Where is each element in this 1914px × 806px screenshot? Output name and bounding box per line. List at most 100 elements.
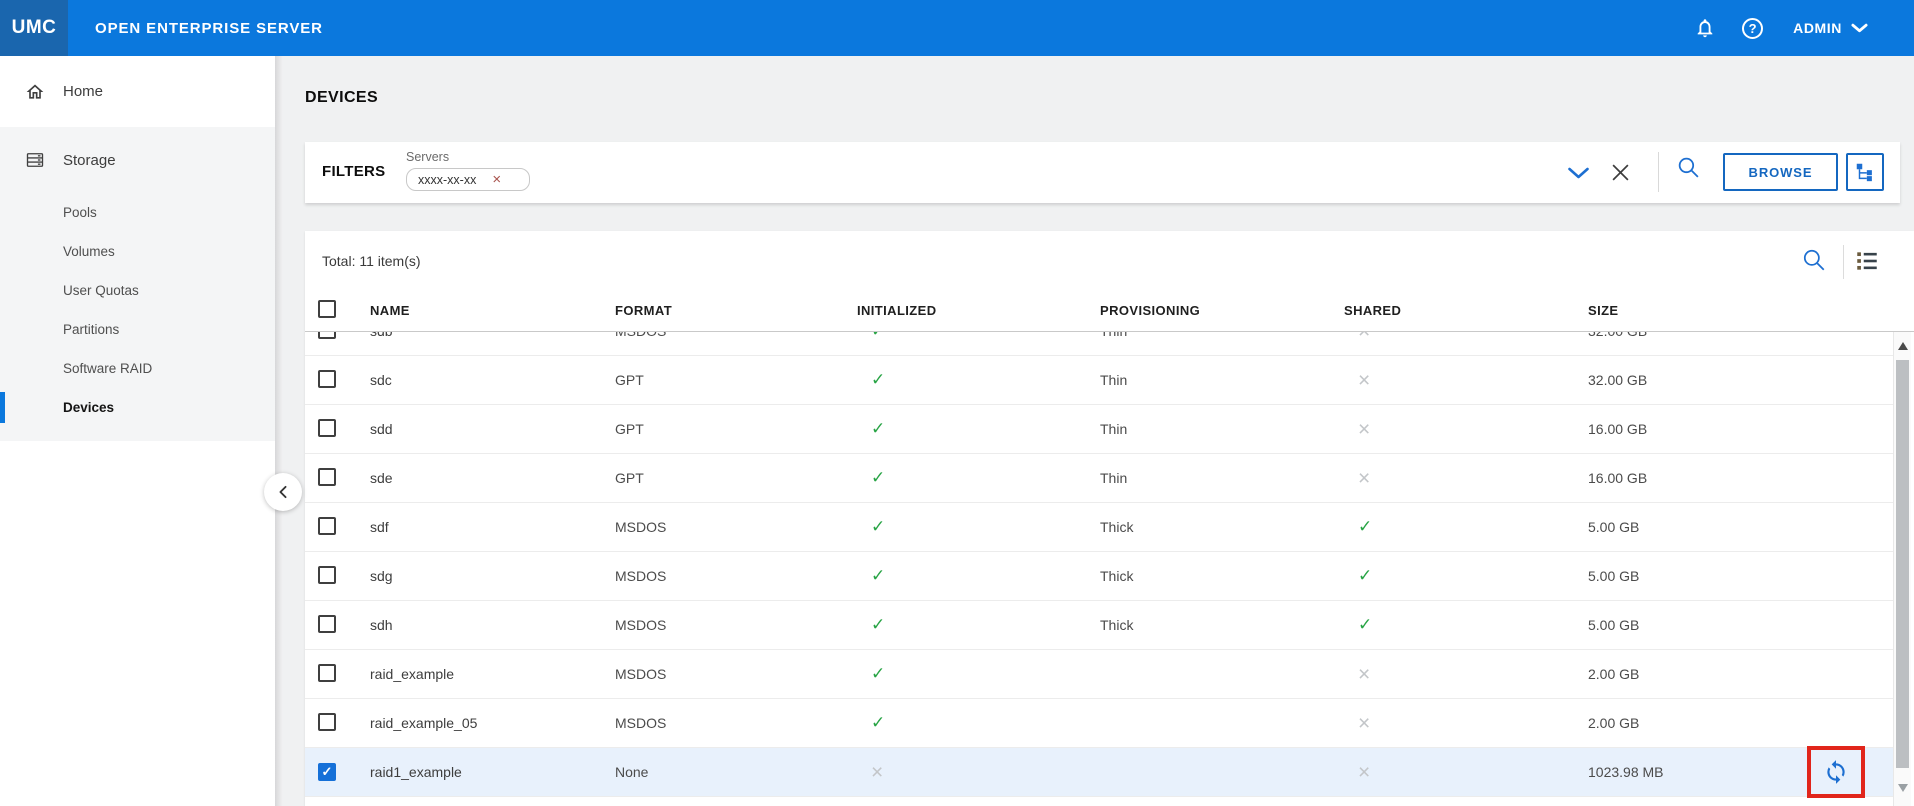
filter-clear-button[interactable] (1611, 163, 1630, 182)
table-row[interactable]: sde GPT ✓ Thin × 16.00 GB (305, 454, 1893, 503)
servers-field-label: Servers (406, 150, 530, 164)
column-header-name: NAME (370, 303, 615, 318)
table-row[interactable]: sdb MSDOS ✓ Thin × 32.00 GB (305, 332, 1893, 356)
table-row[interactable]: raid_example_05 MSDOS ✓ × 2.00 GB (305, 699, 1893, 748)
refresh-button[interactable] (1823, 759, 1849, 785)
umc-logo[interactable]: UMC (0, 0, 68, 56)
browse-button[interactable]: BROWSE (1723, 153, 1838, 191)
device-name: sdd (370, 421, 615, 437)
row-checkbox[interactable] (318, 713, 336, 731)
scroll-down-arrow[interactable] (1898, 784, 1908, 792)
vertical-scrollbar (1893, 332, 1911, 806)
device-format: GPT (615, 421, 857, 437)
sidebar-item-home[interactable]: Home (0, 56, 275, 127)
row-checkbox[interactable] (318, 419, 336, 437)
shared-status-icon: × (1344, 664, 1588, 685)
tree-icon (1854, 161, 1876, 183)
page-title: DEVICES (305, 89, 378, 107)
row-checkbox[interactable] (318, 332, 336, 339)
top-bar: UMC OPEN ENTERPRISE SERVER ? ADMIN (0, 0, 1914, 56)
device-format: GPT (615, 372, 857, 388)
sidebar-item-devices[interactable]: Devices (0, 388, 275, 427)
scroll-up-arrow[interactable] (1898, 342, 1908, 350)
column-header-shared: SHARED (1344, 303, 1588, 318)
table-row[interactable]: raid_example MSDOS ✓ × 2.00 GB (305, 650, 1893, 699)
device-size: 5.00 GB (1588, 519, 1893, 535)
initialized-status-icon: ✓ (857, 566, 1100, 586)
device-size: 16.00 GB (1588, 470, 1893, 486)
initialized-status-icon: ✓ (857, 419, 1100, 439)
table-row[interactable]: sdg MSDOS ✓ Thick ✓ 5.00 GB (305, 552, 1893, 601)
sidebar-item-label: Partitions (63, 322, 119, 337)
scrollbar-thumb[interactable] (1896, 360, 1909, 768)
device-provisioning: Thin (1100, 332, 1344, 339)
server-filter-chip[interactable]: xxxx-xx-xx × (406, 168, 530, 191)
device-name: sdc (370, 372, 615, 388)
sidebar-item-user-quotas[interactable]: User Quotas (0, 271, 275, 310)
device-format: None (615, 764, 857, 780)
sidebar-divider (275, 56, 283, 806)
sidebar-item-partitions[interactable]: Partitions (0, 310, 275, 349)
initialized-status-icon: ✓ (857, 468, 1100, 488)
device-provisioning: Thin (1100, 421, 1344, 437)
initialized-status-icon: ✓ (857, 517, 1100, 537)
sidebar-item-software-raid[interactable]: Software RAID (0, 349, 275, 388)
sidebar: Home Storage Pools Volumes User Quotas P… (0, 56, 275, 806)
table-row[interactable]: sdh MSDOS ✓ Thick ✓ 5.00 GB (305, 601, 1893, 650)
select-all-checkbox[interactable] (318, 300, 336, 318)
bell-icon (1694, 17, 1716, 39)
help-button[interactable]: ? (1742, 18, 1793, 39)
row-checkbox[interactable] (318, 615, 336, 633)
row-checkbox[interactable] (318, 370, 336, 388)
device-provisioning: Thick (1100, 568, 1344, 584)
user-menu[interactable]: ADMIN (1793, 20, 1868, 36)
sidebar-item-pools[interactable]: Pools (0, 193, 275, 232)
table-row[interactable]: sdc GPT ✓ Thin × 32.00 GB (305, 356, 1893, 405)
total-count: Total: 11 item(s) (322, 253, 421, 269)
table-row[interactable]: sdf MSDOS ✓ Thick ✓ 5.00 GB (305, 503, 1893, 552)
table-search-button[interactable] (1801, 247, 1827, 273)
device-provisioning: Thick (1100, 519, 1344, 535)
device-provisioning: Thick (1100, 617, 1344, 633)
sidebar-item-label: Volumes (63, 244, 115, 259)
row-checkbox[interactable] (318, 517, 336, 535)
servers-filter-field: Servers xxxx-xx-xx × (406, 150, 530, 191)
row-checkbox[interactable] (318, 664, 336, 682)
sidebar-item-volumes[interactable]: Volumes (0, 232, 275, 271)
row-checkbox[interactable] (318, 566, 336, 584)
device-format: MSDOS (615, 332, 857, 339)
filter-expand-button[interactable] (1567, 167, 1590, 180)
table-body: sdb MSDOS ✓ Thin × 32.00 GB sdc GPT ✓ Th… (305, 332, 1893, 806)
shared-status-icon: × (1344, 370, 1588, 391)
sidebar-item-storage[interactable]: Storage (0, 127, 275, 193)
table-row[interactable]: raid1_example None × × 1023.98 MB (305, 748, 1893, 797)
filter-divider (1658, 152, 1659, 192)
device-size: 32.00 GB (1588, 372, 1893, 388)
sidebar-collapse-button[interactable] (264, 473, 302, 511)
chevron-left-icon (277, 485, 289, 499)
device-name: sdg (370, 568, 615, 584)
chip-value: xxxx-xx-xx (418, 173, 476, 187)
filters-label: FILTERS (322, 163, 385, 180)
device-size: 5.00 GB (1588, 617, 1893, 633)
initialized-status-icon: ✓ (857, 713, 1100, 733)
chip-remove-icon[interactable]: × (492, 172, 501, 187)
user-name: ADMIN (1793, 20, 1842, 36)
table-row[interactable]: sdd GPT ✓ Thin × 16.00 GB (305, 405, 1893, 454)
shared-status-icon: ✓ (1344, 566, 1588, 586)
row-checkbox[interactable] (318, 468, 336, 486)
device-size: 5.00 GB (1588, 568, 1893, 584)
filter-search-button[interactable] (1676, 155, 1701, 180)
sidebar-home-label: Home (63, 83, 103, 100)
shared-status-icon: × (1344, 762, 1588, 783)
list-view-button[interactable] (1854, 248, 1880, 274)
row-checkbox[interactable] (318, 763, 336, 781)
tree-view-button[interactable] (1846, 153, 1884, 191)
notifications-button[interactable] (1694, 17, 1716, 39)
shared-status-icon: ✓ (1344, 517, 1588, 537)
annotation-red-box (1807, 746, 1865, 798)
sidebar-storage-label: Storage (63, 152, 116, 169)
topbar-actions: ? ADMIN (1694, 17, 1914, 39)
sidebar-storage-group: Storage Pools Volumes User Quotas Partit… (0, 127, 275, 441)
device-format: MSDOS (615, 519, 857, 535)
